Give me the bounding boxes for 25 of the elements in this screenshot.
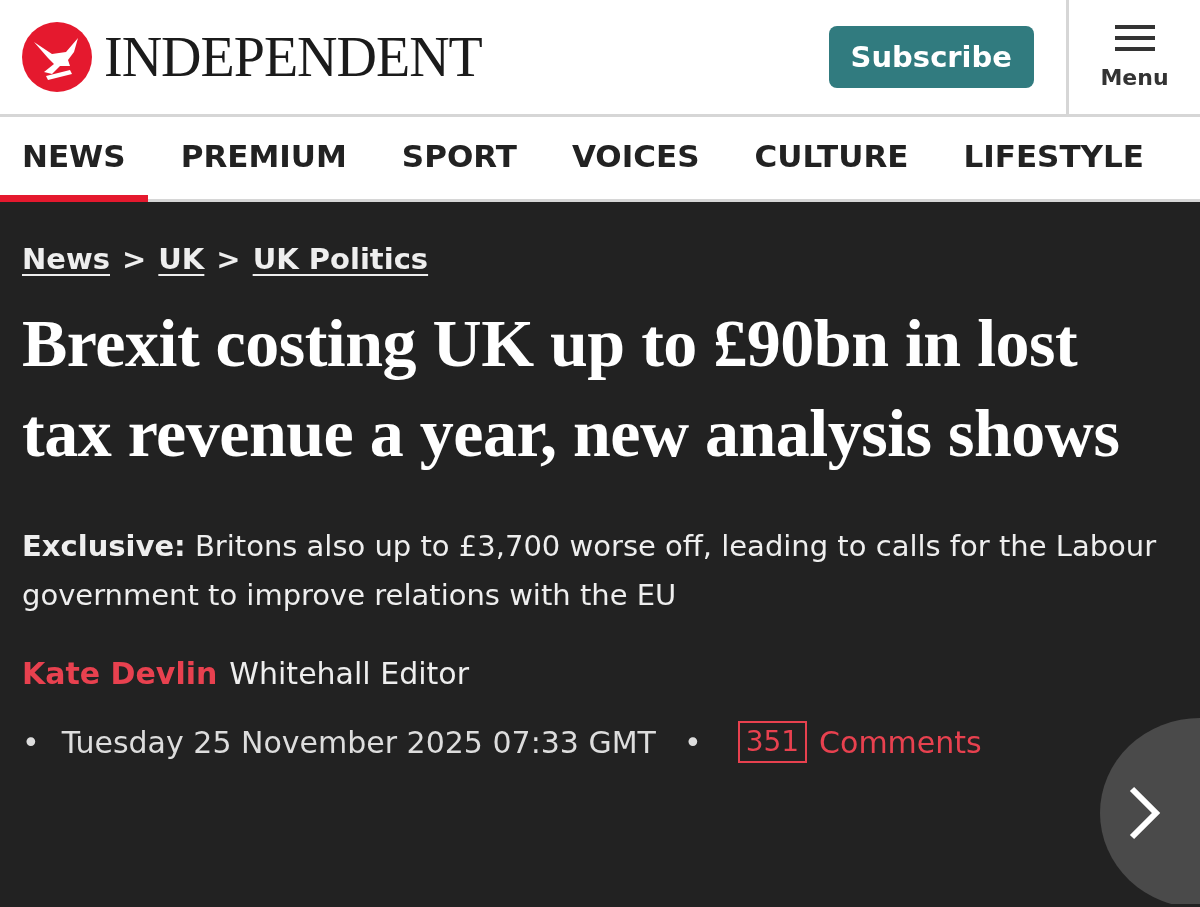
breadcrumb-separator: > (122, 242, 147, 276)
breadcrumb-separator: > (216, 242, 241, 276)
bullet: • (683, 724, 702, 760)
breadcrumb-link[interactable]: News (22, 242, 110, 276)
eagle-logo-icon (22, 22, 92, 92)
nav-tab[interactable]: SPORT (379, 117, 539, 202)
menu-icon (1114, 24, 1155, 51)
menu-button[interactable]: Menu (1066, 0, 1200, 114)
nav-tab[interactable]: LIFESTYLE (941, 117, 1166, 202)
breadcrumb-link[interactable]: UK Politics (252, 242, 429, 276)
headline: Brexit costing UK up to £90bn in lost tax revenue a year, new analysis shows (22, 304, 1121, 473)
chevron-right-icon (1128, 785, 1162, 841)
author-link[interactable]: Kate Devlin (22, 656, 218, 691)
comment-count[interactable]: 351 (737, 721, 808, 763)
breadcrumb-link[interactable]: UK (158, 242, 205, 276)
author-role: Whitehall Editor (229, 656, 469, 691)
nav-tab[interactable]: CULTURE (732, 117, 931, 202)
subscribe-button[interactable]: Subscribe (828, 26, 1034, 88)
site-logo-text[interactable]: INDEPENDENT (104, 29, 482, 85)
nav-tab[interactable]: VOICES (549, 117, 722, 202)
comments-link[interactable]: Comments (819, 724, 982, 760)
publish-date: Tuesday 25 November 2025 07:33 GMT (61, 724, 656, 760)
standfirst: Exclusive: Britons also up to £3,700 worse off, leading to calls for the Labour government to improve relations with the EU (22, 528, 1158, 614)
bullet: • (22, 724, 40, 760)
nav-tab[interactable]: PREMIUM (158, 117, 369, 202)
